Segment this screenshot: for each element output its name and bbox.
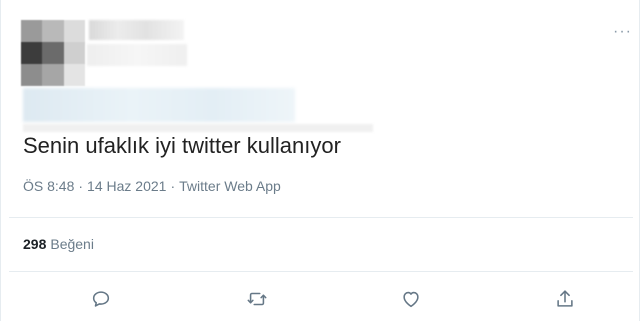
retweet-icon <box>247 292 267 306</box>
share-button[interactable] <box>551 285 579 313</box>
more-icon: ··· <box>613 23 632 40</box>
reply-icon <box>92 291 110 307</box>
reply-button[interactable] <box>87 285 115 313</box>
tweet-card: ··· Senin ufaklık iyi twitter kullanıyor… <box>0 0 640 321</box>
tweet-source[interactable]: Twitter Web App <box>179 178 281 194</box>
blurred-reply-context <box>23 88 295 122</box>
blurred-username <box>87 44 187 66</box>
share-icon <box>557 290 573 307</box>
tweet-date[interactable]: 14 Haz 2021 <box>87 178 166 194</box>
meta-separator: · <box>78 178 84 194</box>
likes-count: 298 <box>23 236 47 252</box>
blurred-avatar <box>21 20 85 86</box>
likes-stat[interactable]: 298 Beğeni <box>23 236 94 252</box>
like-button[interactable] <box>397 285 425 313</box>
tweet-text: Senin ufaklık iyi twitter kullanıyor <box>23 133 341 158</box>
blurred-strip <box>23 124 373 132</box>
divider <box>9 217 633 218</box>
divider <box>9 271 633 272</box>
meta-separator: · <box>170 178 176 194</box>
more-options-button[interactable]: ··· <box>613 23 639 40</box>
tweet-meta: ÖS 8:48 · 14 Haz 2021 · Twitter Web App <box>23 178 281 194</box>
heart-icon <box>403 291 419 308</box>
retweet-button[interactable] <box>243 285 271 313</box>
likes-label: Beğeni <box>50 236 94 252</box>
tweet-time[interactable]: ÖS 8:48 <box>23 178 74 194</box>
blurred-display-name <box>89 20 184 40</box>
